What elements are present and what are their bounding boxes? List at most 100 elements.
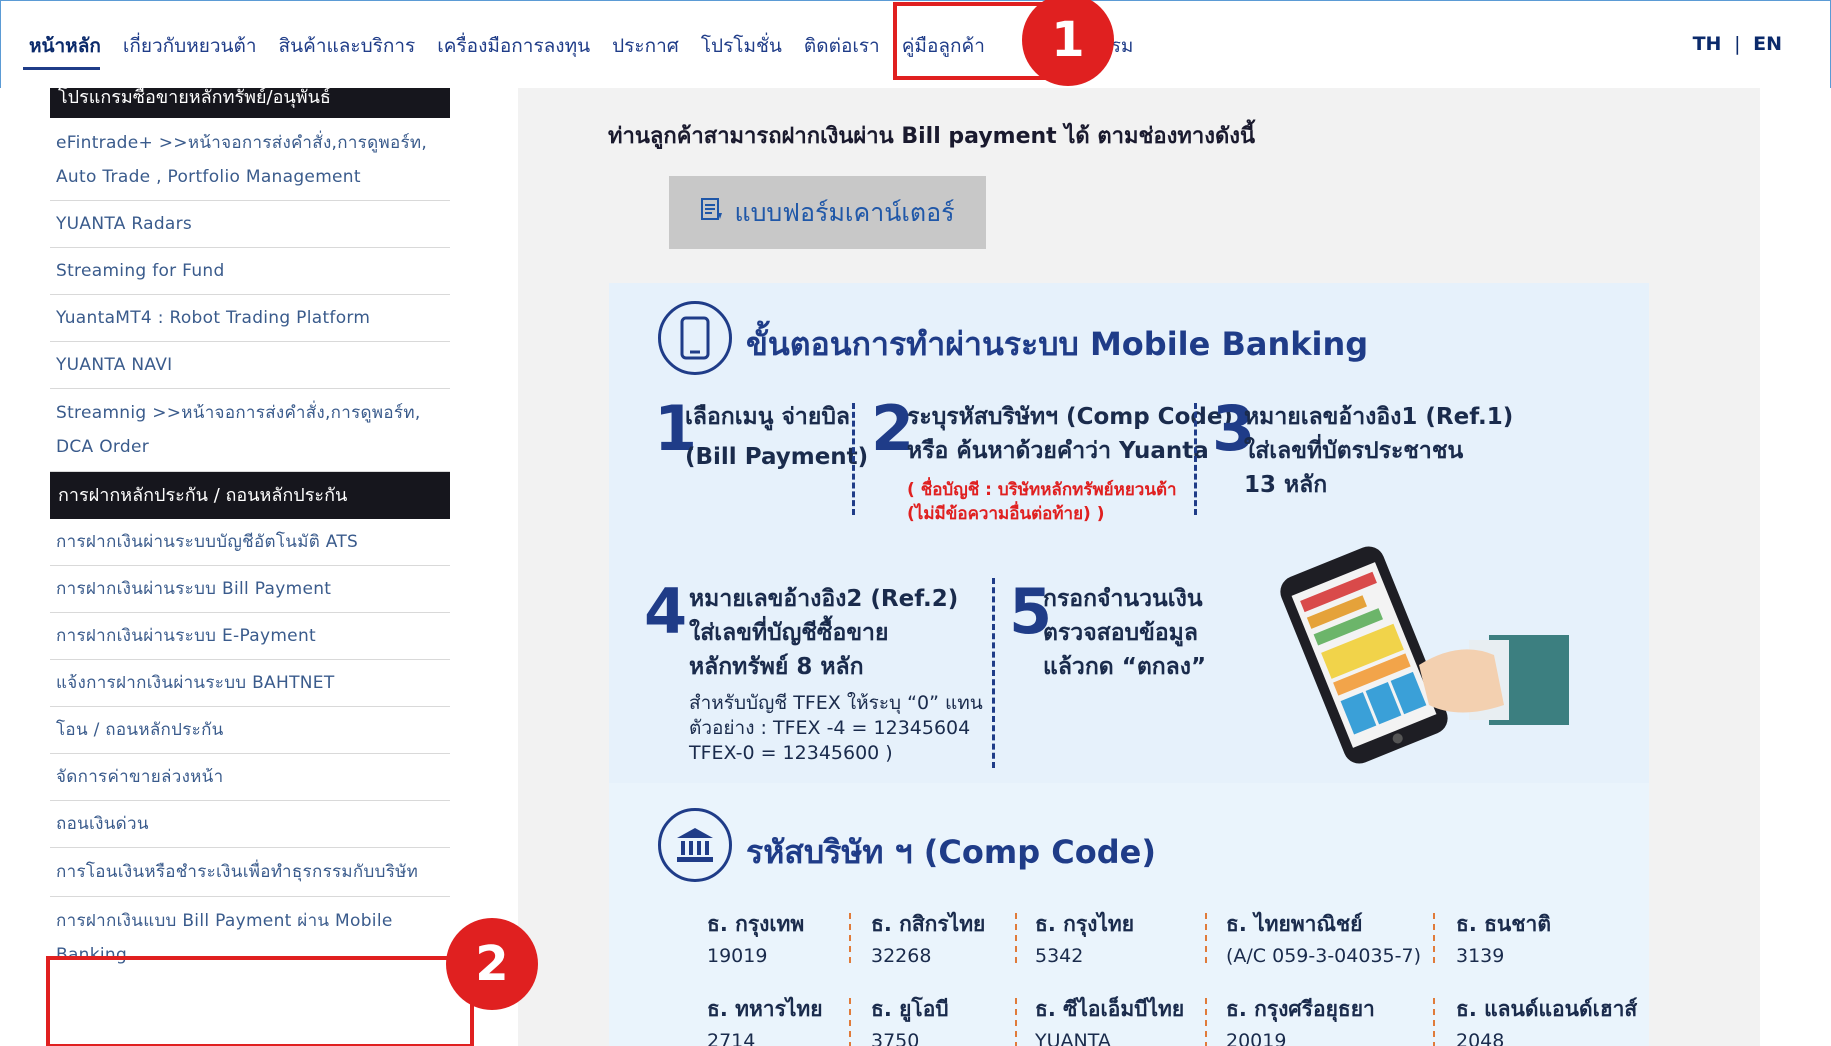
mobile-banking-title: ขั้นตอนการทำผ่านระบบ Mobile Banking: [746, 325, 1369, 363]
active-nav-underline: [23, 67, 100, 70]
sidebar-header-trading-programs: โปรแกรมซื้อขายหลักทรัพย์/อนุพันธ์: [50, 88, 450, 118]
divider: [849, 998, 851, 1046]
instructions-infographic: ขั้นตอนการทำผ่านระบบ Mobile Banking 1 เล…: [609, 283, 1649, 1046]
bank-name: ธ. ธนชาติ: [1456, 912, 1551, 936]
bank-thanachart: ธ. ธนชาติ 3139: [1456, 908, 1551, 967]
bank-code: 20019: [1226, 1030, 1287, 1046]
bank-code: 32268: [871, 945, 932, 967]
lang-separator: |: [1734, 33, 1741, 55]
bank-building-icon: [658, 808, 732, 882]
counter-form-label: แบบฟอร์มเคาน์เตอร์: [734, 197, 955, 227]
intro-text: ท่านลูกค้าสามารถฝากเงินผ่าน Bill payment…: [608, 124, 1256, 149]
divider: [852, 403, 855, 515]
step-3-line1: หมายเลขอ้างอิง1 (Ref.1): [1244, 404, 1514, 430]
step-4-line3: หลักทรัพย์ 8 หลัก: [689, 654, 864, 680]
bank-code: (A/C 059-3-04035-7): [1226, 945, 1421, 967]
nav-contact[interactable]: ติดต่อเรา: [793, 33, 891, 59]
step-1-line2: (Bill Payment): [685, 444, 869, 470]
step-2-line2: หรือ ค้นหาด้วยคำว่า Yuanta: [907, 438, 1209, 464]
bank-name: ธ. กรุงเทพ: [707, 912, 805, 936]
step-4-line2: ใส่เลขที่บัญชีซื้อขาย: [689, 620, 889, 646]
divider: [1015, 913, 1017, 963]
bank-kasikorn: ธ. กสิกรไทย 32268: [871, 908, 985, 967]
step-5-line3: แล้วกด “ตกลง”: [1043, 654, 1207, 680]
bank-lh: ธ. แลนด์แอนด์เฮาส์ 2048: [1456, 993, 1637, 1046]
bank-name: ธ. กรุงไทย: [1035, 912, 1135, 936]
divider: [1433, 998, 1435, 1046]
bank-code: 2714: [707, 1030, 756, 1046]
highlight-bill-payment-mobile: [46, 956, 474, 1046]
sidebar-item-e-payment[interactable]: การฝากเงินผ่านระบบ E-Payment: [50, 613, 450, 660]
nav-tools[interactable]: เครื่องมือการลงทุน: [426, 33, 601, 59]
bank-code: 5342: [1035, 945, 1084, 967]
sidebar-item-streaming-fund[interactable]: Streaming for Fund: [50, 248, 450, 295]
step-5-line2: ตรวจสอบข้อมูล: [1043, 620, 1198, 646]
nav-products[interactable]: สินค้าและบริการ: [268, 33, 427, 59]
sidebar-item-yuanta-mt4[interactable]: YuantaMT4 : Robot Trading Platform: [50, 295, 450, 342]
step-3-line3: 13 หลัก: [1244, 472, 1328, 498]
sidebar-item-ats[interactable]: การฝากเงินผ่านระบบบัญชีอัตโนมัติ ATS: [50, 519, 450, 566]
sidebar-header-deposit: การฝากหลักประกัน / ถอนหลักประกัน: [50, 472, 450, 519]
mobile-phone-icon: [658, 301, 732, 375]
language-switcher: TH | EN: [1693, 33, 1782, 55]
divider: [849, 913, 851, 963]
divider: [1205, 913, 1207, 963]
step-4-note2: ตัวอย่าง : TFEX -4 = 12345604: [689, 717, 971, 739]
step-marker-2: 2: [446, 918, 538, 1010]
sidebar-item-forward-sale[interactable]: จัดการค่าขายล่วงหน้า: [50, 754, 450, 801]
bank-name: ธ. ไทยพาณิชย์: [1226, 912, 1363, 936]
sidebar-item-urgent-withdraw[interactable]: ถอนเงินด่วน: [50, 801, 450, 848]
step-2-account-note: (ไม่มีข้อความอื่นต่อท้าย) ): [907, 504, 1105, 524]
bank-uob: ธ. ยูโอบี 3750: [871, 993, 949, 1046]
sidebar-item-transfer-collateral[interactable]: โอน / ถอนหลักประกัน: [50, 707, 450, 754]
bank-scb: ธ. ไทยพาณิชย์ (A/C 059-3-04035-7): [1226, 908, 1421, 967]
sidebar-item-yuanta-navi[interactable]: YUANTA NAVI: [50, 342, 450, 389]
comp-code-section: รหัสบริษัท ฯ (Comp Code) ธ. กรุงเทพ 19019…: [609, 783, 1649, 1046]
bank-code: 3139: [1456, 945, 1505, 967]
nav-home[interactable]: หน้าหลัก: [23, 33, 112, 59]
main-content: ท่านลูกค้าสามารถฝากเงินผ่าน Bill payment…: [518, 88, 1760, 1046]
divider: [1433, 913, 1435, 963]
sidebar-item-yuanta-radars[interactable]: YUANTA Radars: [50, 201, 450, 248]
bank-krungthai: ธ. กรุงไทย 5342: [1035, 908, 1134, 967]
bank-name: ธ. ยูโอบี: [871, 997, 949, 1021]
nav-announcements[interactable]: ประกาศ: [601, 33, 690, 59]
bank-code: 2048: [1456, 1030, 1505, 1046]
sidebar-item-streaming[interactable]: Streamnig >>หน้าจอการส่งคำสั่ง,การดูพอร์…: [50, 389, 450, 472]
step-4-number: 4: [644, 575, 688, 648]
document-icon: [700, 197, 724, 229]
sidebar-item-bahtnet[interactable]: แจ้งการฝากเงินผ่านระบบ BAHTNET: [50, 660, 450, 707]
divider: [1205, 998, 1207, 1046]
bank-code: YUANTA: [1035, 1030, 1111, 1046]
divider: [992, 578, 995, 768]
bank-name: ธ. แลนด์แอนด์เฮาส์: [1456, 997, 1638, 1021]
sidebar-item-company-transfer[interactable]: การโอนเงินหรือชำระเงินเพื่อทำธุรกรรมกับบ…: [50, 848, 450, 897]
lang-en-link[interactable]: EN: [1753, 33, 1782, 55]
sidebar-item-bill-payment[interactable]: การฝากเงินผ่านระบบ Bill Payment: [50, 566, 450, 613]
sidebar-menu: โปรแกรมซื้อขายหลักทรัพย์/อนุพันธ์ eFintr…: [50, 88, 450, 979]
step-4-note3: TFEX-0 = 12345600 ): [689, 742, 893, 764]
sidebar-item-efintrade[interactable]: eFintrade+ >>หน้าจอการส่งคำสั่ง,การดูพอร…: [50, 118, 450, 201]
nav-promotions[interactable]: โปรโมชั่น: [690, 33, 793, 59]
bank-name: ธ. ทหารไทย: [707, 997, 823, 1021]
step-5-line1: กรอกจำนวนเงิน: [1043, 586, 1203, 612]
step-4-line1: หมายเลขอ้างอิง2 (Ref.2): [689, 586, 959, 612]
divider: [1015, 998, 1017, 1046]
counter-form-button[interactable]: แบบฟอร์มเคาน์เตอร์: [669, 176, 986, 249]
bank-name: ธ. ซีไอเอ็มบีไทย: [1035, 997, 1185, 1021]
bank-name: ธ. กรุงศรีอยุธยา: [1226, 997, 1375, 1021]
bank-krungsri: ธ. กรุงศรีอยุธยา 20019: [1226, 993, 1375, 1046]
comp-code-title: รหัสบริษัท ฯ (Comp Code): [746, 833, 1156, 871]
bank-cimb: ธ. ซีไอเอ็มบีไทย YUANTA: [1035, 993, 1184, 1046]
bank-bangkok: ธ. กรุงเทพ 19019: [707, 908, 804, 967]
divider: [1194, 403, 1197, 515]
lang-th-link[interactable]: TH: [1693, 33, 1722, 55]
bank-code: 19019: [707, 945, 768, 967]
step-1-line1: เลือกเมนู จ่ายบิล: [685, 404, 851, 430]
step-4-note1: สำหรับบัญชี TFEX ให้ระบุ “0” แทน: [689, 692, 983, 714]
bank-code: 3750: [871, 1030, 920, 1046]
step-3-line2: ใส่เลขที่บัตรประชาชน: [1244, 438, 1464, 464]
step-2-line1: ระบุรหัสบริษัทฯ (Comp Code): [907, 404, 1233, 430]
nav-about[interactable]: เกี่ยวกับหยวนต้า: [112, 33, 268, 59]
step-2-account-name: ( ชื่อบัญชี : บริษัทหลักทรัพย์หยวนต้า: [907, 480, 1177, 500]
